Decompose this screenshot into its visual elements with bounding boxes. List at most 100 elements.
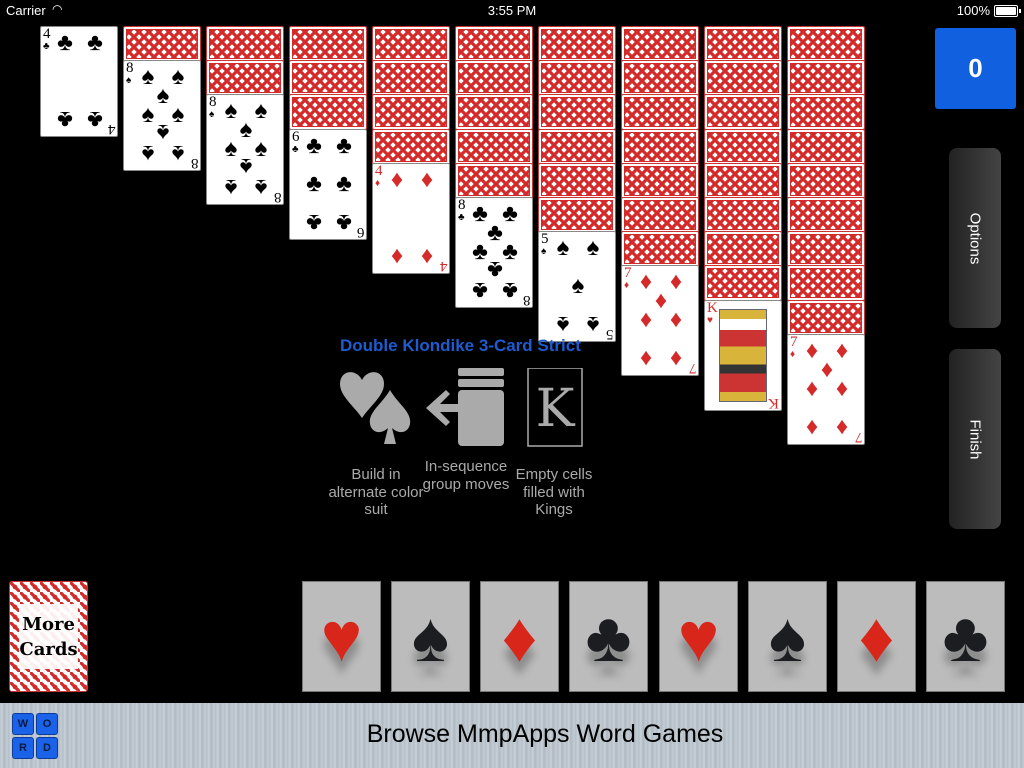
face-down-card: [538, 60, 616, 97]
face-up-card[interactable]: K ♥ K: [704, 299, 782, 411]
card-pip-icon: ♣: [57, 29, 73, 56]
card-rank: K: [707, 299, 718, 316]
card-rank: 8: [126, 60, 134, 77]
face-down-card: [289, 26, 367, 62]
card-rank: 6: [292, 128, 300, 145]
spades-icon: ♠: [768, 597, 807, 676]
card-pip-icon: ♠: [254, 174, 268, 202]
face-down-card: [787, 26, 865, 62]
rule-group-moves: In-sequence group moves: [416, 368, 516, 493]
card-pip-icon: ♦: [669, 345, 683, 373]
clock: 3:55 PM: [487, 3, 537, 18]
card-pip-icon: ♠: [556, 311, 570, 339]
spades-icon: ♠: [411, 597, 450, 676]
rule-label: Build in alternate color suit: [328, 466, 424, 518]
foundation-spades[interactable]: ♠: [391, 581, 470, 692]
king-glyph: K: [536, 379, 576, 439]
game-variant-title: Double Klondike 3-Card Strict: [340, 336, 581, 355]
face-down-card: [787, 299, 865, 336]
card-pip-icon: ♦: [805, 374, 819, 402]
foundation-hearts[interactable]: ♥: [659, 581, 738, 692]
face-down-card: [787, 94, 865, 131]
card-pip-icon: ♣: [306, 208, 322, 236]
card-suit-icon: ♠: [126, 75, 132, 87]
face-down-card: [787, 60, 865, 97]
face-down-card: [455, 26, 533, 62]
foundation-clubs[interactable]: ♣: [926, 581, 1005, 692]
stock-label-line1: More: [22, 613, 75, 635]
face-down-card: [372, 94, 450, 131]
foundation-spades[interactable]: ♠: [748, 581, 827, 692]
face-up-card[interactable]: 4 ♣ 4 ♣ ♣ ♣ ♣: [40, 26, 118, 137]
card-rank: 8: [458, 197, 466, 213]
options-button-label: Options: [966, 212, 984, 264]
options-button[interactable]: Options: [949, 148, 1001, 328]
foundation-diamonds[interactable]: ♦: [837, 581, 916, 692]
card-pip-icon: ♠: [586, 234, 600, 262]
face-down-card: [787, 128, 865, 165]
banner-title[interactable]: Browse MmpApps Word Games: [0, 720, 1024, 749]
face-down-card: [704, 265, 782, 302]
card-rank: 7: [854, 428, 863, 445]
rule-alternate-suits: Build in alternate color suit: [326, 368, 426, 519]
face-down-card: [704, 197, 782, 233]
card-pip-icon: ♣: [57, 106, 73, 133]
card-suit-icon: ♦: [624, 280, 630, 292]
face-down-card: [621, 231, 699, 268]
card-pip-icon: ♣: [306, 131, 322, 159]
face-down-card: [455, 128, 533, 165]
face-down-card: [621, 26, 699, 62]
card-rank: 7: [790, 333, 798, 350]
face-down-card: [538, 197, 616, 233]
card-rank: 4: [43, 26, 51, 42]
foundation-diamonds[interactable]: ♦: [480, 581, 559, 692]
face-down-card: [538, 162, 616, 199]
face-down-card: [621, 128, 699, 165]
card-pip-icon: ♣: [336, 169, 352, 197]
card-rank: 8: [273, 189, 282, 206]
foundation-hearts[interactable]: ♥: [302, 581, 381, 692]
face-down-card: [704, 26, 782, 62]
face-down-card: [538, 26, 616, 62]
card-pip-icon: ♦: [805, 413, 819, 441]
face-up-card[interactable]: 4 ♦ 4 ♦ ♦ ♦ ♦: [372, 162, 450, 274]
hearts-icon: ♥: [320, 597, 363, 676]
face-down-card: [704, 94, 782, 131]
face-down-card: [372, 26, 450, 62]
card-pip-icon: ♦: [669, 306, 683, 334]
group-move-icon: [416, 368, 516, 448]
card-pip-icon: ♠: [556, 234, 570, 262]
face-down-card: [704, 128, 782, 165]
card-rank: 5: [541, 231, 549, 248]
card-pip-icon: ♣: [336, 131, 352, 159]
foundation-clubs[interactable]: ♣: [569, 581, 648, 692]
face-up-card[interactable]: 7 ♦ 7 ♦ ♦ ♦ ♦ ♦ ♦ ♦: [787, 333, 865, 445]
clubs-icon: ♣: [942, 597, 989, 676]
card-pip-icon: ♣: [87, 106, 103, 133]
card-pip-icon: ♠: [141, 140, 155, 168]
face-down-card: [538, 128, 616, 165]
card-rank: 7: [688, 360, 697, 377]
card-rank: 4: [107, 121, 116, 137]
card-rank: 8: [209, 94, 217, 111]
more-cards-stock[interactable]: More Cards: [9, 581, 88, 692]
face-down-card: [621, 94, 699, 131]
card-pip-icon: ♣: [336, 208, 352, 236]
card-pip-icon: ♠: [224, 174, 238, 202]
rule-kings-fill: K Empty cells filled with Kings: [504, 367, 604, 519]
face-up-card[interactable]: 8 ♠ 8 ♠ ♠ ♠ ♠ ♠ ♠ ♠ ♠: [123, 60, 201, 172]
card-suit-icon: ♠: [541, 246, 547, 258]
card-suit-icon: ♠: [209, 109, 215, 121]
finish-button[interactable]: Finish: [949, 349, 1001, 529]
face-up-card[interactable]: 5 ♠ 5 ♠ ♠ ♠ ♠ ♠: [538, 231, 616, 343]
face-down-card: [704, 231, 782, 268]
card-pip-icon: ♦: [420, 242, 434, 270]
face-up-card[interactable]: 8 ♣ 8 ♣ ♣ ♣ ♣ ♣ ♣ ♣ ♣: [455, 197, 533, 308]
face-up-card[interactable]: 6 ♣ 6 ♣ ♣ ♣ ♣ ♣ ♣: [289, 128, 367, 240]
card-pip-icon: ♦: [639, 345, 653, 373]
card-rank: 5: [605, 326, 614, 343]
card-pip-icon: ♠: [171, 140, 185, 168]
face-up-card[interactable]: 7 ♦ 7 ♦ ♦ ♦ ♦ ♦ ♦ ♦: [621, 265, 699, 377]
face-up-card[interactable]: 8 ♠ 8 ♠ ♠ ♠ ♠ ♠ ♠ ♠ ♠: [206, 94, 284, 206]
word-games-banner[interactable]: W O R D Browse MmpApps Word Games: [0, 703, 1024, 768]
